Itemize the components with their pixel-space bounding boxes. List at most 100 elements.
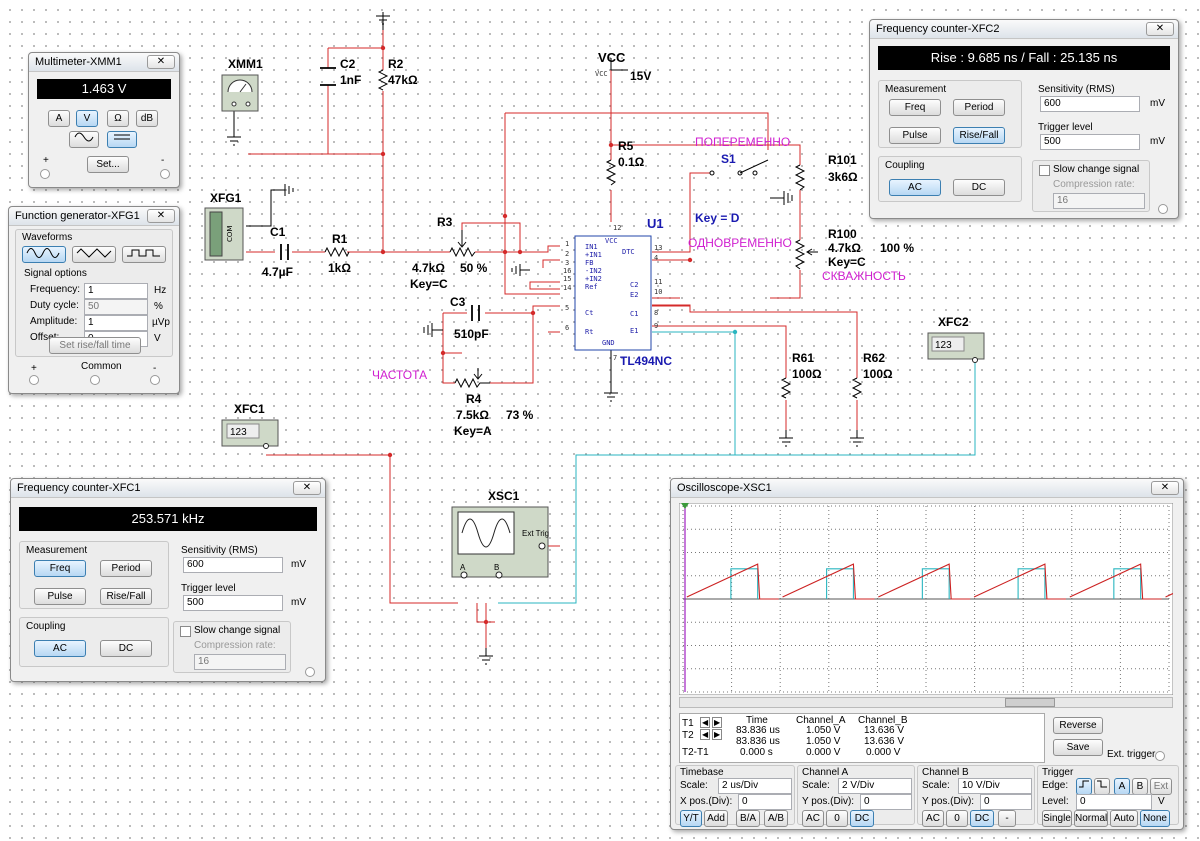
trigger-source-a-button[interactable]: A — [1114, 778, 1130, 795]
minus-terminal[interactable] — [160, 169, 170, 179]
function-generator-titlebar[interactable]: Function generator-XFG1 ✕ — [9, 207, 179, 226]
channel-a-zero-button[interactable]: 0 — [826, 810, 848, 827]
plus-terminal[interactable] — [29, 375, 39, 385]
oscilloscope-window[interactable]: Oscilloscope-XSC1 ✕ Time Channel_A Chann… — [670, 478, 1184, 830]
t1-right-arrow-icon[interactable]: ▶ — [712, 717, 723, 728]
ac-coupling-button[interactable]: AC — [34, 640, 86, 657]
dc-mode-button[interactable] — [107, 131, 137, 148]
falling-edge-button[interactable] — [1094, 778, 1110, 795]
rise-fall-button[interactable]: Rise/Fall — [100, 588, 152, 605]
t2-right-arrow-icon[interactable]: ▶ — [712, 729, 723, 740]
t1-left-arrow-icon[interactable]: ◀ — [700, 717, 711, 728]
period-button[interactable]: Period — [100, 560, 152, 577]
single-trigger-button[interactable]: Single — [1042, 810, 1072, 827]
amplitude-input[interactable]: 1 — [84, 315, 148, 331]
yt-mode-button[interactable]: Y/T — [680, 810, 702, 827]
sine-wave-button[interactable] — [22, 246, 66, 263]
auto-trigger-button[interactable]: Auto — [1110, 810, 1138, 827]
trigger-level-input[interactable]: 500 — [183, 595, 283, 611]
triangle-wave-button[interactable] — [72, 246, 116, 263]
sensitivity-input[interactable]: 600 — [183, 557, 283, 573]
channel-a-y-pos-input[interactable]: 0 — [860, 794, 912, 810]
close-icon[interactable]: ✕ — [147, 55, 175, 69]
counter-xfc2-titlebar[interactable]: Frequency counter-XFC2 ✕ — [870, 20, 1178, 39]
scrollbar-thumb[interactable] — [1005, 698, 1055, 707]
frequency-input[interactable]: 1 — [84, 283, 148, 299]
svg-text:15: 15 — [563, 275, 571, 283]
decibel-button[interactable]: dB — [136, 110, 158, 127]
scope-screen[interactable] — [679, 503, 1173, 695]
compression-select[interactable]: 16 — [1053, 193, 1145, 209]
set-rise-fall-button[interactable]: Set rise/fall time — [49, 337, 141, 354]
counter-xfc2-window[interactable]: Frequency counter-XFC2 ✕ Rise : 9.685 ns… — [869, 19, 1179, 219]
ba-mode-button[interactable]: B/A — [736, 810, 760, 827]
ab-mode-button[interactable]: A/B — [764, 810, 788, 827]
function-generator-window[interactable]: Function generator-XFG1 ✕ Waveforms Sign… — [8, 206, 180, 394]
close-icon[interactable]: ✕ — [147, 209, 175, 223]
close-icon[interactable]: ✕ — [1151, 481, 1179, 495]
trigger-level-input[interactable]: 500 — [1040, 134, 1140, 150]
channel-b-y-pos-input[interactable]: 0 — [980, 794, 1032, 810]
channel-b-ac-button[interactable]: AC — [922, 810, 944, 827]
multimeter-icon[interactable] — [221, 74, 259, 112]
ac-coupling-button[interactable]: AC — [889, 179, 941, 196]
channel-a-dc-button[interactable]: DC — [850, 810, 874, 827]
close-icon[interactable]: ✕ — [1146, 22, 1174, 36]
dc-coupling-button[interactable]: DC — [100, 640, 152, 657]
counter-xfc2-icon[interactable]: 123 — [927, 332, 985, 363]
add-mode-button[interactable]: Add — [704, 810, 728, 827]
none-trigger-button[interactable]: None — [1140, 810, 1170, 827]
compression-select[interactable]: 16 — [194, 654, 286, 670]
sensitivity-input[interactable]: 600 — [1040, 96, 1140, 112]
dc-coupling-button[interactable]: DC — [953, 179, 1005, 196]
function-generator-icon[interactable]: COM — [204, 207, 244, 261]
trigger-level-input[interactable]: 0 — [1076, 794, 1152, 810]
slow-change-checkbox[interactable] — [180, 626, 191, 637]
counter-xfc1-icon[interactable]: 123 — [221, 419, 279, 449]
trigger-source-b-button[interactable]: B — [1132, 778, 1148, 795]
freq-button[interactable]: Freq — [34, 560, 86, 577]
voltmeter-button[interactable]: V — [76, 110, 98, 127]
oscilloscope-icon[interactable]: Ext Trig A B — [451, 506, 549, 579]
x-pos-input[interactable]: 0 — [738, 794, 792, 810]
duty-cycle-input[interactable]: 50 — [84, 299, 148, 315]
multimeter-titlebar[interactable]: Multimeter-XMM1 ✕ — [29, 53, 179, 72]
channel-a-scale-input[interactable]: 2 V/Div — [838, 778, 912, 794]
oscilloscope-titlebar[interactable]: Oscilloscope-XSC1 ✕ — [671, 479, 1183, 498]
minus-terminal[interactable] — [150, 375, 160, 385]
save-button[interactable]: Save — [1053, 739, 1103, 756]
counter-xfc1-window[interactable]: Frequency counter-XFC1 ✕ 253.571 kHz Mea… — [10, 478, 326, 682]
reverse-button[interactable]: Reverse — [1053, 717, 1103, 734]
multimeter-window[interactable]: Multimeter-XMM1 ✕ 1.463 V A V Ω dB Set..… — [28, 52, 180, 188]
set-button[interactable]: Set... — [87, 156, 129, 173]
channel-b-dc-button[interactable]: DC — [970, 810, 994, 827]
rise-fall-button[interactable]: Rise/Fall — [953, 127, 1005, 144]
common-terminal[interactable] — [90, 375, 100, 385]
input-terminal[interactable] — [305, 667, 315, 677]
t2-left-arrow-icon[interactable]: ◀ — [700, 729, 711, 740]
channel-b-zero-button[interactable]: 0 — [946, 810, 968, 827]
period-button[interactable]: Period — [953, 99, 1005, 116]
channel-a-ac-button[interactable]: AC — [802, 810, 824, 827]
input-terminal[interactable] — [1158, 204, 1168, 214]
counter-xfc1-titlebar[interactable]: Frequency counter-XFC1 ✕ — [11, 479, 325, 498]
svg-text:3: 3 — [565, 259, 569, 267]
ammeter-button[interactable]: A — [48, 110, 70, 127]
freq-button[interactable]: Freq — [889, 99, 941, 116]
normal-trigger-button[interactable]: Normal — [1074, 810, 1108, 827]
pulse-button[interactable]: Pulse — [34, 588, 86, 605]
ohmmeter-button[interactable]: Ω — [107, 110, 129, 127]
channel-b-invert-button[interactable]: - — [998, 810, 1016, 827]
slow-change-checkbox[interactable] — [1039, 165, 1050, 176]
channel-b-scale-input[interactable]: 10 V/Div — [958, 778, 1032, 794]
ac-mode-button[interactable] — [69, 131, 99, 148]
ext-trigger-terminal[interactable] — [1155, 751, 1165, 761]
trigger-source-ext-button[interactable]: Ext — [1150, 778, 1172, 795]
rising-edge-button[interactable] — [1076, 778, 1092, 795]
plus-terminal[interactable] — [40, 169, 50, 179]
horizontal-scrollbar[interactable] — [679, 697, 1173, 708]
close-icon[interactable]: ✕ — [293, 481, 321, 495]
pulse-button[interactable]: Pulse — [889, 127, 941, 144]
square-wave-button[interactable] — [122, 246, 166, 263]
timebase-scale-input[interactable]: 2 us/Div — [718, 778, 792, 794]
